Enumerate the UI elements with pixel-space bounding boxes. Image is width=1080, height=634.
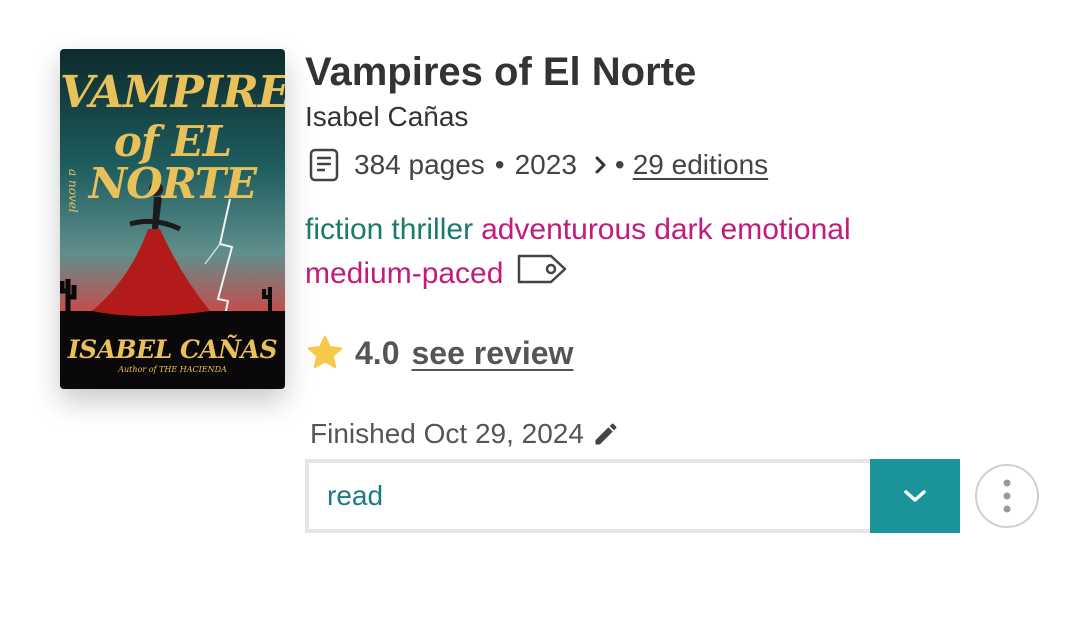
more-options-button[interactable] xyxy=(975,464,1039,528)
tag-list: fiction thriller adventurous dark emotional m… xyxy=(305,208,965,299)
book-author[interactable]: Isabel Cañas xyxy=(305,101,468,133)
tag-mood[interactable]: dark xyxy=(654,208,712,252)
cover-subtitle: a novel xyxy=(66,169,80,213)
more-vertical-icon xyxy=(1002,478,1012,514)
book-cover[interactable]: VAMPIRES of EL NORTE a novel ISABEL CAÑA… xyxy=(60,49,285,389)
book-meta: 384 pages • 2023 • 29 editions xyxy=(308,143,768,187)
chevron-down-icon xyxy=(901,486,929,506)
meta-separator-2: • xyxy=(614,149,625,180)
finished-date[interactable]: Finished Oct 29, 2024 xyxy=(310,415,620,453)
cover-title-line2: of EL NORTE xyxy=(88,117,257,208)
rating-row: 4.0 see review xyxy=(305,330,573,376)
see-review-link[interactable]: see review xyxy=(411,335,573,372)
chevron-right-icon[interactable] xyxy=(593,154,609,176)
tag-icon[interactable] xyxy=(515,252,569,299)
status-value: read xyxy=(327,480,384,511)
pencil-icon[interactable] xyxy=(592,420,620,448)
tag-mood[interactable]: adventurous xyxy=(481,208,646,252)
cover-author: ISABEL CAÑAS xyxy=(67,335,278,364)
rating-value: 4.0 xyxy=(355,334,400,371)
book-card: VAMPIRES of EL NORTE a novel ISABEL CAÑA… xyxy=(0,0,1080,634)
status-dropdown-button[interactable] xyxy=(870,459,960,533)
cover-tagline: Author of THE HACIENDA xyxy=(118,365,227,374)
book-title[interactable]: Vampires of El Norte xyxy=(305,50,696,95)
page-count: 384 pages xyxy=(354,149,485,180)
tag-mood[interactable]: emotional xyxy=(721,208,851,252)
tag-mood[interactable]: medium-paced xyxy=(305,252,503,296)
tag-genre[interactable]: fiction xyxy=(305,208,383,252)
meta-separator: • xyxy=(494,149,505,180)
finished-label: Finished Oct 29, 2024 xyxy=(310,418,584,449)
cover-title-line1: VAMPIRES xyxy=(60,67,285,118)
reading-status-select[interactable]: read xyxy=(305,459,960,533)
star-icon xyxy=(305,333,345,373)
editions-link[interactable]: 29 editions xyxy=(633,149,768,181)
tag-genre[interactable]: thriller xyxy=(391,208,473,252)
pages-icon xyxy=(308,148,340,182)
publication-year: 2023 xyxy=(514,149,577,180)
